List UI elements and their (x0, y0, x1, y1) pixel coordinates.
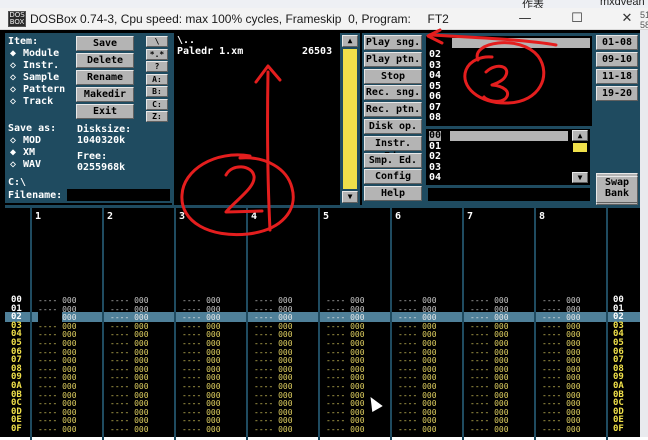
circle-annotation-3 (463, 41, 546, 105)
arrow-up-shaft (266, 70, 272, 232)
annotation-layer (180, 28, 558, 237)
number-2-annotation (224, 165, 264, 214)
number-3-annotation (482, 64, 510, 103)
